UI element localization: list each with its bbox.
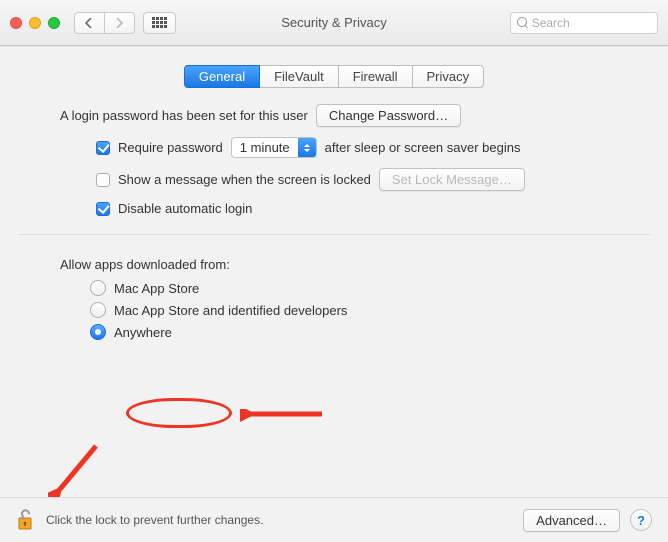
forward-button[interactable] (104, 12, 135, 34)
radio-identified[interactable] (90, 302, 106, 318)
radio-appstore-label: Mac App Store (114, 281, 199, 296)
login-password-row: A login password has been set for this u… (60, 104, 608, 127)
window-controls (10, 17, 60, 29)
show-message-label: Show a message when the screen is locked (118, 172, 371, 187)
lock-icon[interactable] (16, 508, 36, 532)
advanced-button[interactable]: Advanced… (523, 509, 620, 532)
tab-privacy[interactable]: Privacy (412, 65, 485, 88)
tab-filevault[interactable]: FileVault (259, 65, 339, 88)
disable-auto-login-label: Disable automatic login (118, 201, 252, 216)
stepper-arrows-icon (298, 138, 316, 157)
show-all-button[interactable] (143, 12, 176, 34)
require-password-suffix: after sleep or screen saver begins (325, 140, 521, 155)
require-password-delay-select[interactable]: 1 minute (231, 137, 317, 158)
help-button[interactable]: ? (630, 509, 652, 531)
allow-apps-option-identified[interactable]: Mac App Store and identified developers (90, 302, 608, 318)
radio-identified-label: Mac App Store and identified developers (114, 303, 347, 318)
grid-icon (152, 17, 167, 28)
search-input[interactable] (532, 16, 651, 30)
zoom-window-button[interactable] (48, 17, 60, 29)
divider (18, 234, 650, 235)
allow-apps-heading: Allow apps downloaded from: (60, 257, 230, 272)
lock-message: Click the lock to prevent further change… (46, 513, 263, 527)
allow-apps-option-appstore[interactable]: Mac App Store (90, 280, 608, 296)
radio-appstore[interactable] (90, 280, 106, 296)
chevron-right-icon (115, 18, 124, 28)
login-password-text: A login password has been set for this u… (60, 108, 308, 123)
login-options: Require password 1 minute after sleep or… (96, 137, 608, 216)
nav-buttons (74, 12, 135, 34)
show-message-row: Show a message when the screen is locked… (96, 168, 608, 191)
general-section: A login password has been set for this u… (18, 104, 650, 340)
titlebar: Security & Privacy (0, 0, 668, 46)
back-button[interactable] (74, 12, 104, 34)
radio-anywhere[interactable] (90, 324, 106, 340)
annotation-circle (126, 398, 232, 428)
preferences-panel: General FileVault Firewall Privacy A log… (0, 46, 668, 542)
footer: Click the lock to prevent further change… (0, 497, 668, 542)
minimize-window-button[interactable] (29, 17, 41, 29)
allow-apps-options: Mac App Store Mac App Store and identifi… (90, 280, 608, 340)
tab-firewall[interactable]: Firewall (338, 65, 413, 88)
disable-auto-login-checkbox[interactable] (96, 202, 110, 216)
tab-general[interactable]: General (184, 65, 260, 88)
disable-auto-login-row: Disable automatic login (96, 201, 608, 216)
search-icon (517, 17, 528, 29)
require-password-label: Require password (118, 140, 223, 155)
close-window-button[interactable] (10, 17, 22, 29)
chevron-left-icon (85, 18, 94, 28)
require-password-checkbox[interactable] (96, 141, 110, 155)
require-password-delay-value: 1 minute (240, 140, 298, 155)
annotation-arrow-anywhere (240, 409, 326, 431)
tab-bar: General FileVault Firewall Privacy (18, 65, 650, 88)
show-message-checkbox[interactable] (96, 173, 110, 187)
allow-apps-group: Allow apps downloaded from: Mac App Stor… (60, 257, 608, 340)
require-password-row: Require password 1 minute after sleep or… (96, 137, 608, 158)
search-field-wrap[interactable] (510, 12, 658, 34)
radio-anywhere-label: Anywhere (114, 325, 172, 340)
allow-apps-option-anywhere[interactable]: Anywhere (90, 324, 608, 340)
set-lock-message-button: Set Lock Message… (379, 168, 525, 191)
change-password-button[interactable]: Change Password… (316, 104, 461, 127)
